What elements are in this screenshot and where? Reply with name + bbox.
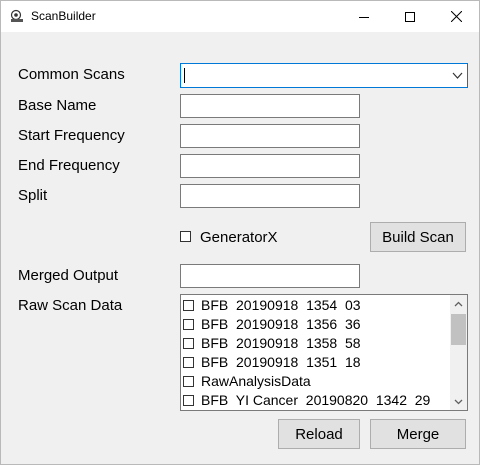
start-frequency-field[interactable] (180, 124, 360, 148)
list-item[interactable]: BFB YI Cancer 20190820 1342 29 (181, 391, 446, 410)
list-item-checkbox[interactable] (183, 395, 194, 406)
list-item-label: BFB 20190918 1351 18 (201, 354, 361, 370)
list-item[interactable]: BFB 20190918 1356 36 (181, 315, 446, 334)
list-item-checkbox[interactable] (183, 319, 194, 330)
list-item-label: BFB 20190918 1356 36 (201, 316, 361, 332)
text-caret (184, 68, 185, 83)
list-item-checkbox[interactable] (183, 357, 194, 368)
merged-output-label: Merged Output (18, 267, 119, 284)
maximize-icon (405, 11, 415, 22)
generator-checkbox[interactable]: GeneratorX (180, 229, 320, 247)
close-button[interactable] (433, 1, 479, 32)
raw-scan-data-listbox[interactable]: BFB 20190918 1354 03 BFB 20190918 1356 3… (180, 294, 468, 411)
list-item-checkbox[interactable] (183, 338, 194, 349)
app-icon (10, 9, 23, 22)
common-scans-label: Common Scans (18, 66, 125, 83)
list-item-checkbox[interactable] (183, 300, 194, 311)
scrollbar-thumb[interactable] (451, 314, 466, 345)
close-icon (450, 11, 462, 22)
chevron-up-icon (454, 301, 463, 306)
reload-button[interactable]: Reload (278, 419, 360, 449)
list-item-label: BFB 20190918 1358 58 (201, 335, 361, 351)
maximize-button[interactable] (387, 1, 433, 32)
end-frequency-label: End Frequency (18, 157, 120, 174)
minimize-icon (359, 16, 369, 18)
merge-button[interactable]: Merge (370, 419, 466, 449)
list-item-label: BFB 20190918 1354 03 (201, 297, 361, 313)
common-scans-combobox[interactable] (180, 63, 468, 88)
list-item[interactable]: BFB 20190918 1358 58 (181, 334, 446, 353)
list-item[interactable]: RawAnalysisData (181, 372, 446, 391)
scroll-down-button[interactable] (450, 393, 467, 410)
build-scan-button[interactable]: Build Scan (370, 222, 466, 252)
list-item-checkbox[interactable] (183, 376, 194, 387)
scroll-up-button[interactable] (450, 295, 467, 312)
generator-checkbox-box[interactable] (180, 231, 191, 242)
list-item[interactable]: BFB 20190918 1351 18 (181, 353, 446, 372)
listbox-scrollbar[interactable] (450, 295, 467, 410)
minimize-button[interactable] (341, 1, 387, 32)
list-item-label: RawAnalysisData (201, 373, 311, 389)
merged-output-field[interactable] (180, 264, 360, 288)
end-frequency-field[interactable] (180, 154, 360, 178)
scanbuilder-window: ScanBuilder Common Scans Base Name Start… (0, 0, 480, 465)
window-title: ScanBuilder (31, 9, 96, 23)
generator-checkbox-label: GeneratorX (200, 229, 278, 246)
start-frequency-label: Start Frequency (18, 127, 125, 144)
title-bar[interactable]: ScanBuilder (1, 1, 479, 32)
chevron-down-icon[interactable] (452, 70, 463, 81)
split-label: Split (18, 187, 48, 204)
raw-scan-data-label: Raw Scan Data (18, 297, 123, 314)
list-item[interactable]: BFB 20190918 1354 03 (181, 296, 446, 315)
split-field[interactable] (180, 184, 360, 208)
base-name-field[interactable] (180, 94, 360, 118)
list-item-label: BFB YI Cancer 20190820 1342 29 (201, 392, 431, 408)
chevron-down-icon (454, 399, 463, 404)
base-name-label: Base Name (18, 97, 97, 114)
